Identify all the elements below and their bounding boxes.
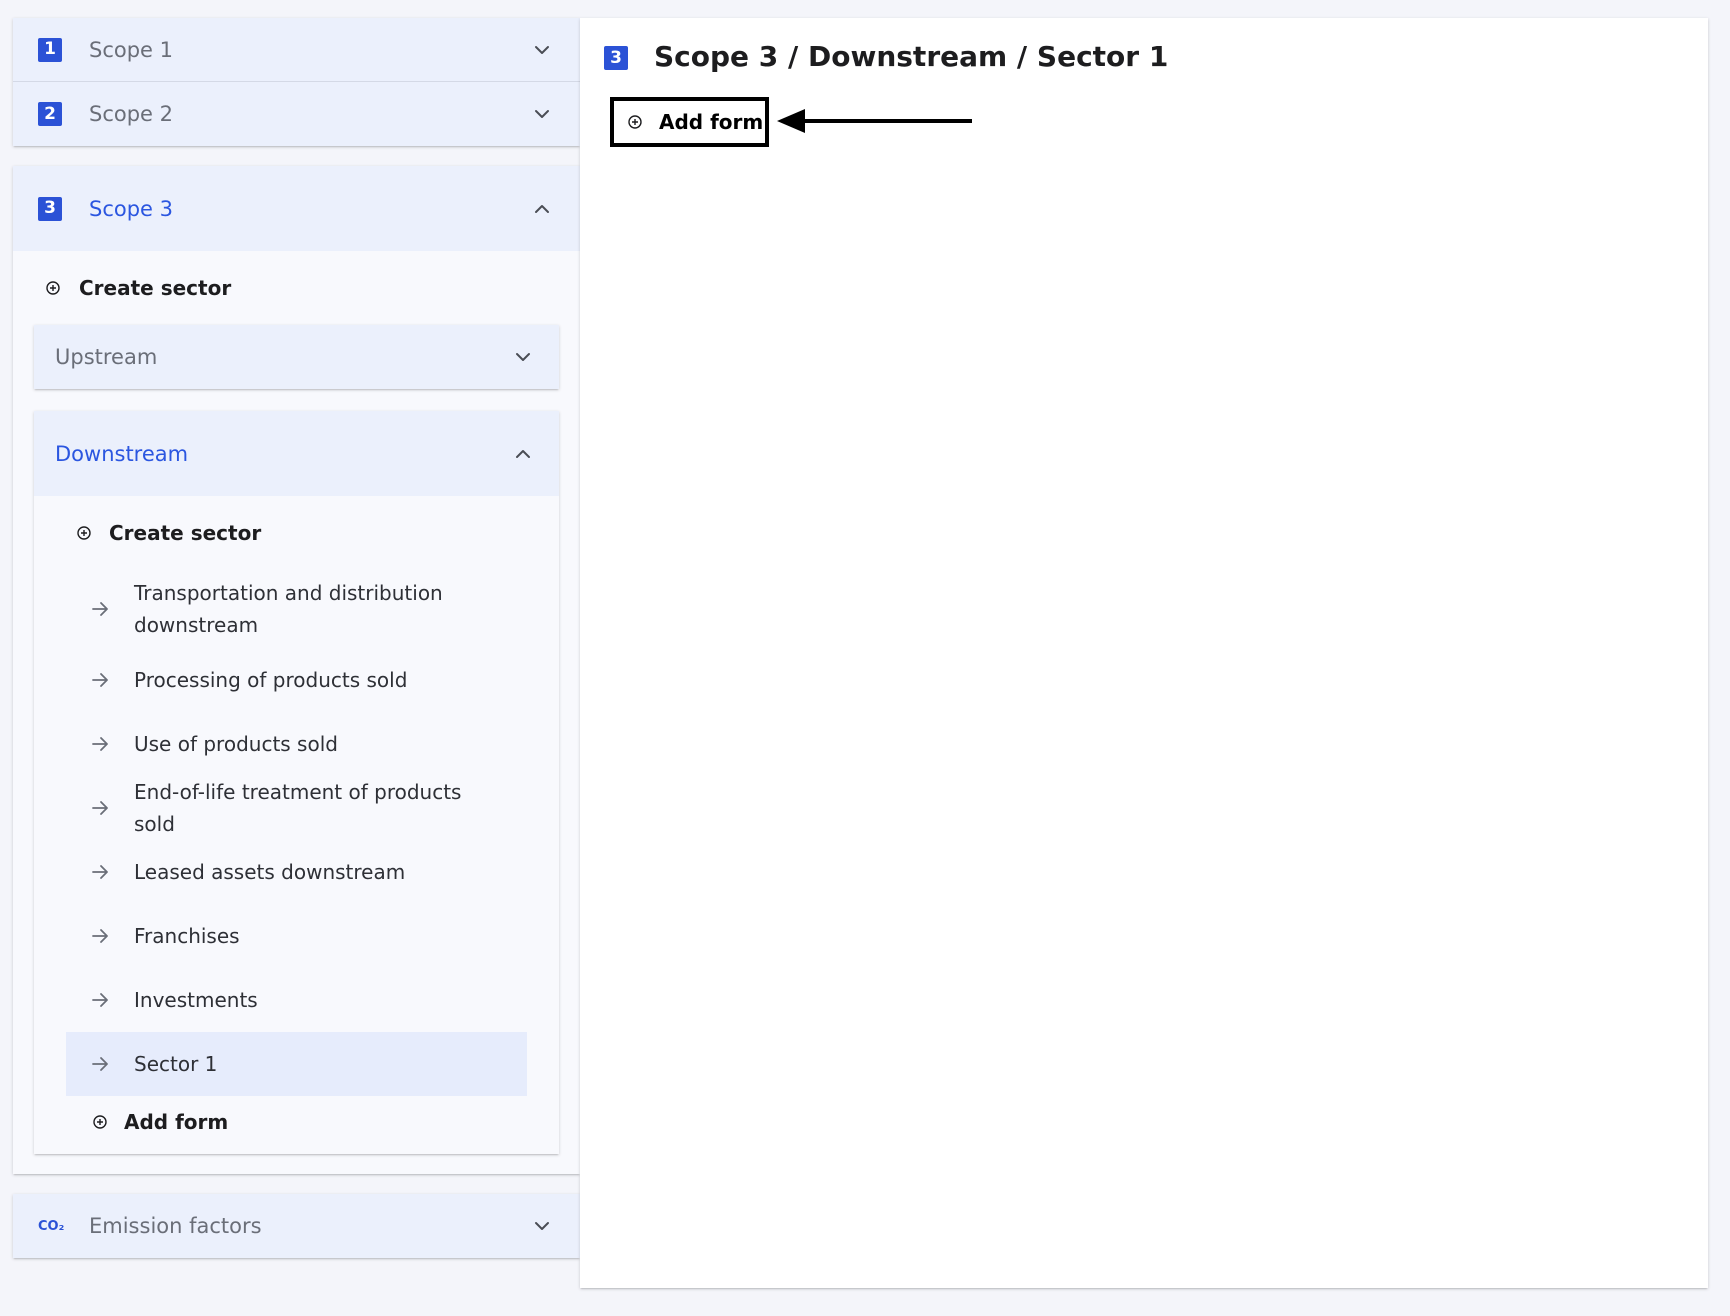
scope-3-label: Scope 3 — [89, 196, 174, 221]
sector-item-leased-assets[interactable]: Leased assets downstream — [66, 840, 527, 904]
downstream-accordion[interactable]: Downstream — [34, 411, 559, 496]
upstream-label: Upstream — [55, 345, 158, 369]
emission-factors-panel: CO₂ Emission factors — [13, 1194, 580, 1258]
add-form-label: Add form — [659, 110, 764, 134]
scope-3-panel: 3 Scope 3 Create sector Upstream Downstr… — [13, 166, 580, 1174]
sector-item-franchises[interactable]: Franchises — [66, 904, 527, 968]
main-content: 3 Scope 3 / Downstream / Sector 1 Add fo… — [580, 18, 1708, 1288]
chevron-up-icon — [513, 444, 533, 464]
scope-2-label: Scope 2 — [89, 102, 174, 126]
scope-3-accordion[interactable]: 3 Scope 3 — [13, 166, 580, 251]
callout-arrow-icon — [777, 109, 972, 133]
create-sector-button[interactable]: Create sector — [13, 251, 580, 325]
sector-item-use[interactable]: Use of products sold — [66, 712, 527, 776]
sidebar: 1 Scope 1 2 Scope 2 3 Scope 3 Create sec… — [13, 18, 580, 1258]
arrow-right-icon — [90, 798, 110, 818]
add-circle-icon — [627, 114, 643, 130]
sector-item-sector-1[interactable]: Sector 1 — [66, 1032, 527, 1096]
sector-item-label: Processing of products sold — [134, 668, 408, 692]
sector-item-processing[interactable]: Processing of products sold — [66, 648, 527, 712]
add-circle-icon — [45, 280, 61, 296]
arrow-right-icon — [90, 990, 110, 1010]
arrow-right-icon — [90, 1054, 110, 1074]
add-circle-icon — [92, 1114, 108, 1130]
chevron-down-icon — [513, 347, 533, 367]
add-form-label: Add form — [124, 1110, 229, 1134]
scope-3-icon: 3 — [604, 46, 628, 70]
emission-factors-label: Emission factors — [89, 1214, 262, 1238]
scope-1-icon: 1 — [38, 37, 62, 62]
co2-icon: CO₂ — [38, 1218, 65, 1234]
sector-item-transportation[interactable]: Transportation and distribution downstre… — [66, 570, 527, 648]
scope-1-accordion[interactable]: 1 Scope 1 — [13, 18, 580, 82]
scope-2-icon: 2 — [38, 102, 62, 126]
sector-item-label: Use of products sold — [134, 732, 338, 756]
arrow-right-icon — [90, 862, 110, 882]
sector-item-label: Transportation and distribution downstre… — [134, 581, 443, 637]
create-sector-button[interactable]: Create sector — [34, 496, 559, 570]
sector-item-label: Sector 1 — [134, 1052, 218, 1076]
emission-factors-accordion[interactable]: CO₂ Emission factors — [13, 1194, 580, 1258]
sector-item-investments[interactable]: Investments — [66, 968, 527, 1032]
sector-item-end-of-life[interactable]: End-of-life treatment of products sold — [66, 776, 527, 840]
create-sector-label: Create sector — [79, 276, 232, 300]
arrow-right-icon — [90, 599, 110, 619]
chevron-down-icon — [532, 104, 552, 124]
sidebar-add-form-button[interactable]: Add form — [66, 1096, 527, 1148]
arrow-right-icon — [90, 734, 110, 754]
upstream-accordion[interactable]: Upstream — [34, 325, 559, 389]
sector-item-label: Franchises — [134, 924, 240, 948]
sector-item-label: End-of-life treatment of products sold — [134, 780, 462, 836]
create-sector-label: Create sector — [109, 521, 262, 545]
add-form-button[interactable]: Add form — [610, 97, 769, 147]
downstream-sector-list: Transportation and distribution downstre… — [34, 570, 559, 1154]
page-title: Scope 3 / Downstream / Sector 1 — [654, 40, 1169, 73]
sector-item-label: Leased assets downstream — [134, 860, 406, 884]
chevron-up-icon — [532, 199, 552, 219]
sector-item-label: Investments — [134, 988, 258, 1012]
scope-1-label: Scope 1 — [89, 37, 174, 62]
downstream-panel: Downstream Create sector Transportation … — [34, 411, 559, 1154]
scope-3-icon: 3 — [38, 196, 62, 221]
arrow-right-icon — [90, 670, 110, 690]
downstream-label: Downstream — [55, 441, 189, 466]
add-circle-icon — [76, 525, 92, 541]
scope-2-accordion[interactable]: 2 Scope 2 — [13, 82, 580, 146]
upstream-panel: Upstream — [34, 325, 559, 389]
chevron-down-icon — [532, 1216, 552, 1236]
scope-1-2-panel: 1 Scope 1 2 Scope 2 — [13, 18, 580, 146]
chevron-down-icon — [532, 40, 552, 60]
scope-3-body: Create sector Upstream Downstream Create… — [13, 251, 580, 1174]
arrow-right-icon — [90, 926, 110, 946]
